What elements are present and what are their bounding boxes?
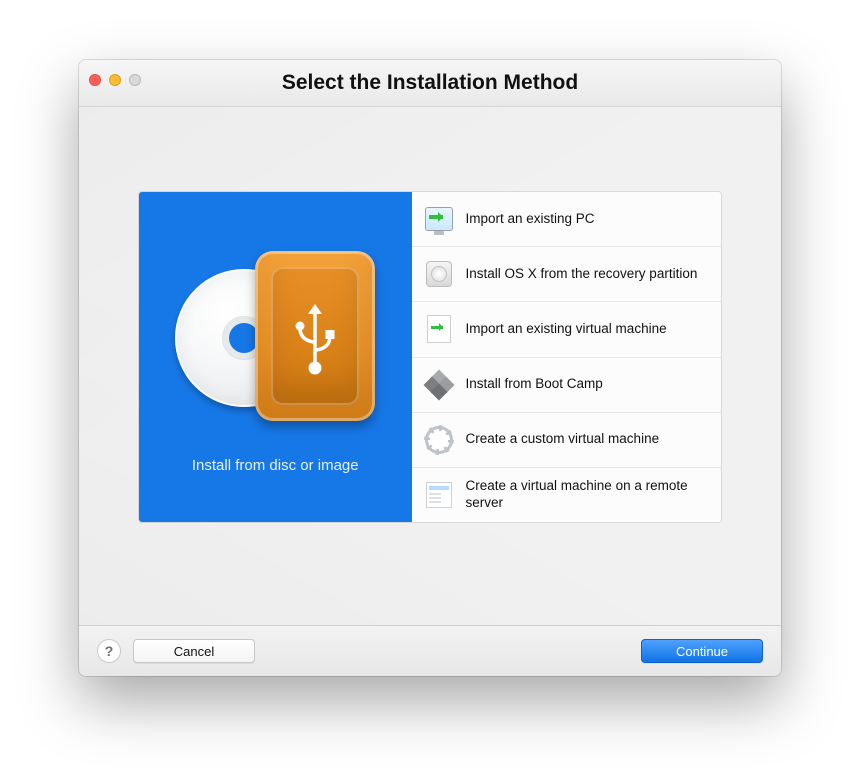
- option-remote-vm-label: Create a virtual machine on a remote ser…: [466, 478, 710, 512]
- option-install-recovery[interactable]: Install OS X from the recovery partition: [412, 247, 722, 302]
- option-import-pc[interactable]: Import an existing PC: [412, 192, 722, 247]
- minimize-window-button[interactable]: [109, 74, 121, 86]
- option-custom-vm-label: Create a custom virtual machine: [466, 431, 660, 448]
- option-import-vm[interactable]: Import an existing virtual machine: [412, 302, 722, 357]
- help-button[interactable]: ?: [97, 639, 121, 663]
- boot-camp-icon: [424, 370, 454, 400]
- continue-button[interactable]: Continue: [641, 639, 763, 663]
- window-title: Select the Installation Method: [282, 71, 578, 95]
- titlebar: Select the Installation Method: [79, 60, 781, 107]
- option-import-vm-label: Import an existing virtual machine: [466, 321, 667, 338]
- footer-bar: ? Cancel Continue: [79, 625, 781, 676]
- method-panel: Install from disc or image Import an exi…: [139, 192, 721, 522]
- option-boot-camp[interactable]: Install from Boot Camp: [412, 358, 722, 413]
- option-import-pc-label: Import an existing PC: [466, 211, 595, 228]
- hard-drive-icon: [424, 259, 454, 289]
- option-boot-camp-label: Install from Boot Camp: [466, 376, 603, 393]
- installer-window: Select the Installation Method: [79, 60, 781, 676]
- option-install-recovery-label: Install OS X from the recovery partition: [466, 266, 698, 283]
- close-window-button[interactable]: [89, 74, 101, 86]
- gear-icon: [424, 425, 454, 455]
- option-install-from-disc-label: Install from disc or image: [192, 457, 359, 474]
- zoom-window-button[interactable]: [129, 74, 141, 86]
- monitor-import-icon: [424, 204, 454, 234]
- usb-drive-icon: [255, 251, 375, 421]
- disc-usb-illustration: [175, 241, 375, 431]
- option-install-from-disc[interactable]: Install from disc or image: [139, 192, 412, 522]
- option-custom-vm[interactable]: Create a custom virtual machine: [412, 413, 722, 468]
- option-remote-vm[interactable]: Create a virtual machine on a remote ser…: [412, 468, 722, 522]
- content-area: Install from disc or image Import an exi…: [79, 107, 781, 625]
- server-document-icon: [424, 480, 454, 510]
- document-import-icon: [424, 314, 454, 344]
- cancel-button[interactable]: Cancel: [133, 639, 255, 663]
- options-list: Import an existing PC Install OS X from …: [412, 192, 722, 522]
- usb-trident-icon: [290, 296, 340, 376]
- window-controls: [89, 74, 141, 86]
